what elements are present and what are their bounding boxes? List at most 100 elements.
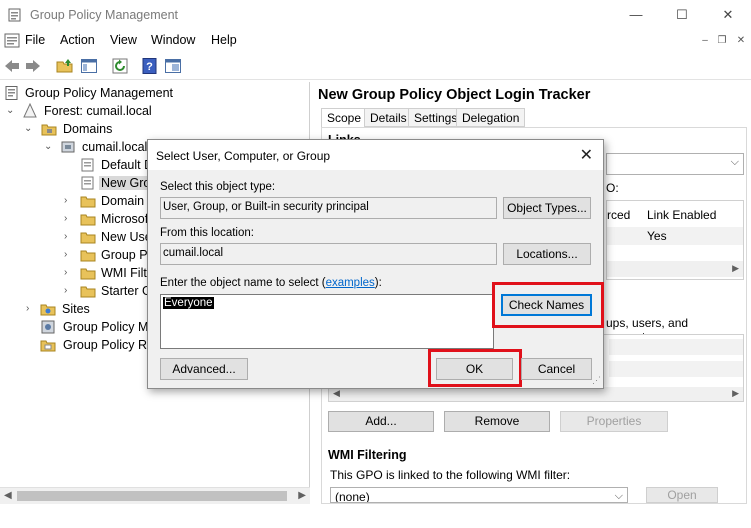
link-enabled-value: Yes (647, 229, 667, 243)
mdi-close-button[interactable]: ✕ (733, 33, 749, 48)
tree-label: cumail.local (82, 140, 148, 154)
list-item[interactable] (609, 361, 743, 377)
domain-icon (61, 141, 75, 153)
forward-arrow-icon[interactable] (24, 57, 42, 75)
select-user-dialog: Select User, Computer, or Group ✕ Select… (147, 139, 604, 389)
links-table: rced Link Enabled Yes ▶ (606, 200, 744, 280)
menu-file[interactable]: File (25, 33, 45, 47)
scroll-left-icon[interactable]: ◀ (333, 388, 340, 399)
object-name-label: Enter the object name to select (example… (160, 277, 382, 289)
chevron-right-icon[interactable]: › (26, 300, 36, 318)
chevron-right-icon[interactable]: › (64, 228, 74, 246)
wmi-filtering-heading: WMI Filtering (328, 448, 407, 462)
chevron-right-icon[interactable]: › (64, 282, 74, 300)
chevron-right-icon[interactable]: › (64, 192, 74, 210)
help-icon[interactable]: ? (141, 57, 159, 75)
show-hide-tree-icon[interactable] (80, 57, 98, 75)
sites-icon (40, 304, 56, 316)
examples-link[interactable]: examples (326, 277, 375, 289)
back-arrow-icon[interactable] (3, 57, 21, 75)
gpo-link-icon (81, 176, 94, 190)
chevron-right-icon[interactable]: › (64, 210, 74, 228)
gp-modeling-icon (41, 320, 55, 334)
properties-button[interactable]: Properties (560, 411, 668, 432)
tree-label: Group Policy Mo (63, 320, 156, 334)
object-types-button[interactable]: Object Types... (503, 197, 591, 219)
scroll-right-icon[interactable]: ▶ (732, 388, 739, 399)
resize-grip-icon[interactable]: ⋰ (592, 375, 601, 386)
mdi-restore-button[interactable]: ❐ (714, 33, 730, 48)
list-item[interactable] (609, 339, 743, 355)
menu-help[interactable]: Help (211, 33, 237, 47)
tree-label: Starter G (101, 284, 152, 298)
gpo-title: New Group Policy Object Login Tracker (318, 87, 591, 103)
refresh-icon[interactable] (111, 57, 129, 75)
check-names-button[interactable]: Check Names (501, 294, 592, 316)
mdi-minimize-button[interactable]: – (697, 33, 713, 48)
location-label: From this location: (160, 227, 254, 239)
tree-label: Domains (63, 122, 113, 136)
menu-window[interactable]: Window (151, 33, 195, 47)
window-titlebar: Group Policy Management — ☐ ✕ (0, 0, 751, 30)
chevron-down-icon[interactable]: ⌄ (6, 102, 16, 120)
object-name-label-suffix: ): (374, 277, 382, 289)
chevron-down-icon[interactable]: ⌄ (44, 138, 54, 156)
column-enforced[interactable]: rced (607, 208, 630, 222)
minimize-button[interactable]: — (613, 0, 659, 30)
add-button[interactable]: Add... (328, 411, 434, 432)
links-location-dropdown[interactable]: ⌵ (606, 153, 744, 175)
tab-details[interactable]: Details (364, 108, 413, 127)
advanced-button[interactable]: Advanced... (160, 358, 248, 380)
wmi-filter-text: This GPO is linked to the following WMI … (330, 468, 571, 482)
gpm-root-icon (5, 86, 18, 100)
object-type-field: User, Group, or Built-in security princi… (160, 197, 497, 219)
tree-label: Sites (62, 302, 90, 316)
tree-label: Group Policy Management (25, 86, 173, 100)
ou-folder-icon (80, 232, 96, 244)
gpo-link-icon (81, 158, 94, 172)
object-name-input[interactable]: Everyone (160, 294, 494, 349)
tab-scope[interactable]: Scope (321, 108, 368, 128)
security-horizontal-scrollbar[interactable]: ◀ ▶ (329, 387, 743, 401)
mmc-console-icon[interactable] (4, 33, 20, 48)
wmi-folder-icon (80, 268, 96, 280)
tree-label: Default D (101, 158, 154, 172)
gpo-folder-icon (80, 250, 96, 262)
dialog-titlebar: Select User, Computer, or Group ✕ (148, 140, 603, 170)
toolbar: ? (0, 53, 751, 80)
locations-button[interactable]: Locations... (503, 243, 591, 265)
object-name-label-prefix: Enter the object name to select ( (160, 277, 326, 289)
gp-results-icon (40, 340, 56, 352)
chevron-down-icon: ⌵ (614, 490, 623, 502)
remove-button[interactable]: Remove (444, 411, 550, 432)
object-name-text: Everyone (163, 297, 214, 309)
cancel-button[interactable]: Cancel (521, 358, 592, 380)
starter-gpo-folder-icon (80, 286, 96, 298)
links-gpo-text: O: (606, 181, 619, 195)
tab-delegation[interactable]: Delegation (456, 108, 526, 127)
tree-label: New Use (101, 230, 152, 244)
properties-icon[interactable] (164, 57, 182, 75)
maximize-button[interactable]: ☐ (659, 0, 705, 30)
close-window-button[interactable]: ✕ (705, 0, 751, 30)
ok-button[interactable]: OK (436, 358, 513, 380)
scroll-right-icon[interactable]: ▶ (298, 490, 306, 501)
tree-label: Domain (101, 194, 145, 208)
up-folder-icon[interactable] (56, 57, 74, 75)
scroll-left-icon[interactable]: ◀ (4, 490, 12, 501)
menu-view[interactable]: View (110, 33, 137, 47)
chevron-down-icon[interactable]: ⌄ (24, 120, 34, 138)
menu-action[interactable]: Action (60, 33, 95, 47)
dialog-close-icon[interactable]: ✕ (580, 145, 593, 165)
table-row[interactable]: Yes (607, 227, 743, 245)
chevron-right-icon[interactable]: › (64, 246, 74, 264)
tree-horizontal-scrollbar[interactable]: ◀ ▶ (0, 487, 310, 504)
open-wmi-button[interactable]: Open (646, 487, 718, 503)
wmi-filter-dropdown[interactable]: (none) ⌵ (330, 487, 628, 503)
chevron-right-icon[interactable]: › (64, 264, 74, 282)
tree-label: WMI Filte (101, 266, 154, 280)
scroll-right-icon[interactable]: ▶ (732, 263, 739, 274)
links-horizontal-scrollbar[interactable]: ▶ (607, 261, 743, 277)
column-link-enabled[interactable]: Link Enabled (647, 208, 716, 222)
scrollbar-thumb[interactable] (17, 491, 287, 501)
